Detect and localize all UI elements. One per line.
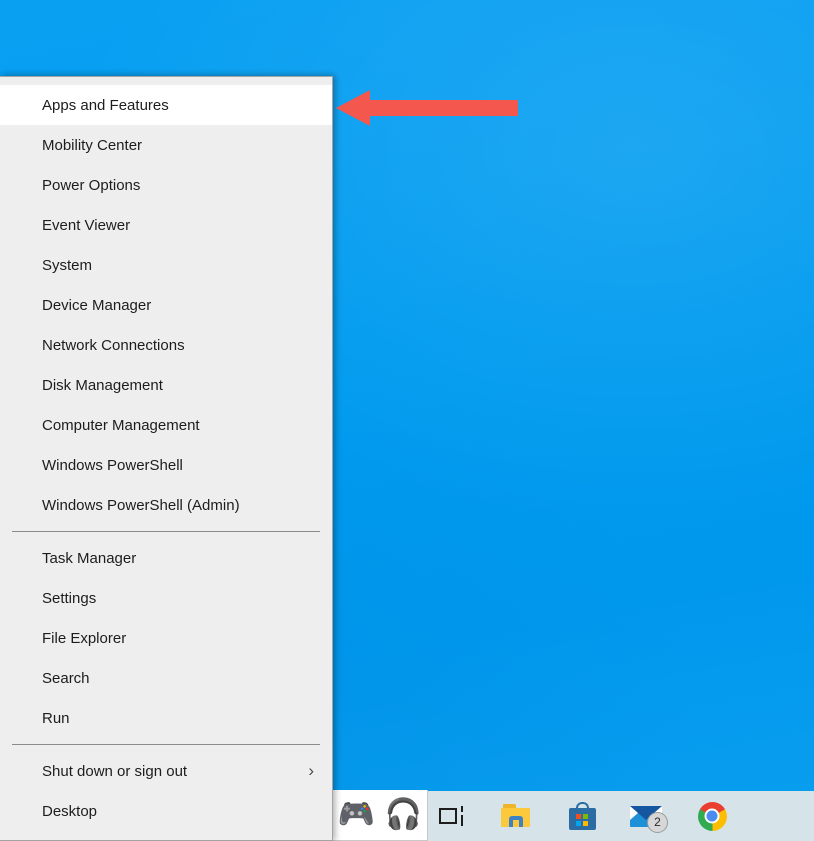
menu-item-system[interactable]: System [0,245,332,285]
menu-item-mobility-center[interactable]: Mobility Center [0,125,332,165]
menu-item-search[interactable]: Search [0,658,332,698]
menu-item-windows-powershell-admin[interactable]: Windows PowerShell (Admin) [0,485,332,525]
google-chrome-button[interactable] [688,791,736,841]
menu-item-label: Device Manager [42,296,152,314]
menu-item-run[interactable]: Run [0,698,332,738]
menu-item-event-viewer[interactable]: Event Viewer [0,205,332,245]
menu-item-file-explorer[interactable]: File Explorer [0,618,332,658]
menu-separator [12,531,320,532]
menu-item-desktop[interactable]: Desktop [0,791,332,831]
menu-item-label: System [42,256,93,274]
mail-button[interactable]: 2 [622,791,670,841]
task-view-button[interactable] [428,791,476,841]
menu-item-settings[interactable]: Settings [0,578,332,618]
menu-item-label: Apps and Features [42,96,169,114]
menu-item-windows-powershell[interactable]: Windows PowerShell [0,445,332,485]
menu-item-label: Event Viewer [42,216,131,234]
menu-item-label: Windows PowerShell [42,456,183,474]
menu-item-task-manager[interactable]: Task Manager [0,538,332,578]
file-explorer-icon [501,804,531,828]
menu-item-computer-management[interactable]: Computer Management [0,405,332,445]
menu-item-disk-management[interactable]: Disk Management [0,365,332,405]
menu-item-label: Power Options [42,176,141,194]
menu-item-label: Desktop [42,802,98,820]
menu-item-label: Mobility Center [42,136,143,154]
task-view-icon [439,806,465,826]
menu-item-shut-down-or-sign-out[interactable]: Shut down or sign out › [0,751,332,791]
menu-item-label: Computer Management [42,416,200,434]
chrome-icon [697,801,727,831]
menu-item-label: Run [42,709,70,727]
menu-separator [12,744,320,745]
headphones-icon[interactable]: 🎧 [385,800,422,830]
chevron-right-icon: › [308,761,314,780]
mail-unread-badge: 2 [647,812,668,833]
menu-item-label: Windows PowerShell (Admin) [42,496,240,514]
emoji-flyout-panel[interactable]: 🎮 🎧 [332,790,428,841]
menu-item-label: Shut down or sign out [42,762,188,780]
menu-item-network-connections[interactable]: Network Connections [0,325,332,365]
menu-item-label: Disk Management [42,376,163,394]
microsoft-store-button[interactable] [558,791,606,841]
menu-item-label: Settings [42,589,97,607]
mail-icon: 2 [630,804,668,833]
menu-item-label: Task Manager [42,549,137,567]
menu-item-power-options[interactable]: Power Options [0,165,332,205]
menu-item-label: Search [42,669,90,687]
winx-quick-link-menu[interactable]: Apps and Features Mobility Center Power … [0,76,333,841]
menu-item-apps-and-features[interactable]: Apps and Features [0,85,332,125]
menu-item-device-manager[interactable]: Device Manager [0,285,332,325]
file-explorer-button[interactable] [492,791,540,841]
menu-item-label: Network Connections [42,336,185,354]
gamepad-icon[interactable]: 🎮 [338,800,375,830]
microsoft-store-icon [568,802,596,830]
menu-item-label: File Explorer [42,629,127,647]
